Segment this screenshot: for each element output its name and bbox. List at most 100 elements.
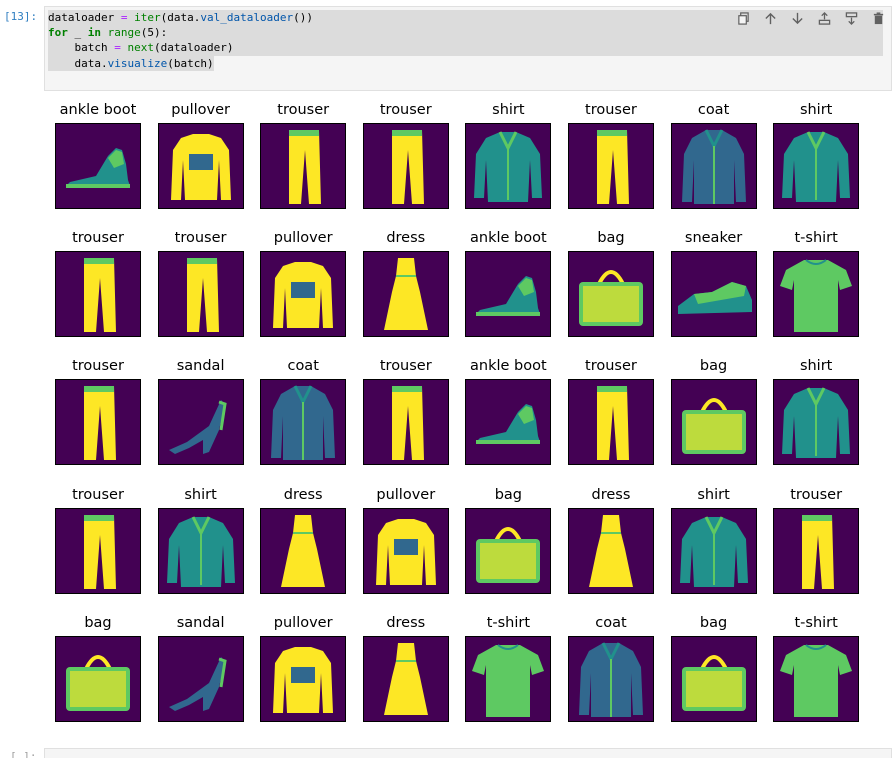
sample-label: trouser (72, 486, 124, 503)
sample-tile: trouser (772, 483, 875, 611)
sample-tile: bag (670, 611, 773, 739)
sample-tile: t-shirt (772, 611, 875, 739)
cell-toolbar (736, 11, 885, 25)
sample-tile: trouser (259, 98, 362, 226)
sample-tile: coat (259, 354, 362, 482)
cell-output: ankle boot pullover trouser trouser shirt tro… (54, 98, 874, 738)
sample-tile: t-shirt (464, 611, 567, 739)
delete-icon[interactable] (871, 11, 885, 25)
sample-tile: pullover (157, 98, 260, 226)
sample-image (670, 251, 757, 338)
sample-label: coat (287, 358, 319, 375)
sample-label: dress (283, 486, 323, 503)
sample-tile: sandal (157, 354, 260, 482)
code-token: batch (48, 41, 115, 55)
sample-label: ankle boot (59, 102, 137, 118)
code-token: (data. (160, 11, 201, 24)
sample-label: dress (591, 486, 631, 503)
sample-tile: shirt (157, 483, 260, 611)
sample-image (157, 635, 244, 722)
sample-image (362, 123, 449, 209)
sample-image (260, 251, 347, 338)
sample-tile: ankle boot (464, 226, 567, 354)
arrow-up-icon[interactable] (763, 11, 777, 25)
sample-label: shirt (697, 486, 730, 503)
sample-image (260, 507, 347, 594)
sample-image (567, 635, 654, 722)
sample-image (773, 507, 860, 594)
sample-label: bag (84, 614, 112, 631)
sample-image (157, 123, 244, 209)
sample-tile: dress (259, 483, 362, 611)
code-token: (dataloader) (153, 41, 234, 55)
sample-image (465, 507, 552, 594)
sample-tile: bag (567, 226, 670, 354)
sample-image (362, 379, 449, 466)
cell-prompt: [13]: (4, 10, 38, 23)
image-grid: ankle boot pullover trouser trouser shirt tro… (54, 98, 874, 739)
code-line-3: batch = next(dataloader) (48, 40, 883, 56)
sample-label: sandal (176, 614, 225, 631)
sample-image (670, 123, 757, 209)
code-token: (5): (140, 26, 168, 40)
sample-label: bag (494, 486, 523, 503)
sample-tile: trouser (54, 354, 157, 482)
sample-image (567, 123, 654, 209)
sample-tile: pullover (259, 611, 362, 739)
sample-tile: shirt (670, 483, 773, 611)
sample-image (773, 251, 860, 338)
next-code-cell[interactable] (44, 748, 892, 758)
insert-below-icon[interactable] (844, 11, 858, 25)
sample-image (567, 251, 654, 338)
sample-label: ankle boot (470, 230, 547, 247)
sample-tile: coat (567, 611, 670, 739)
notebook-page: [13]: dataloader = iter(data.val_dataloa… (0, 0, 896, 758)
sample-label: trouser (72, 358, 124, 375)
sample-tile: trouser (362, 98, 465, 226)
sample-label: pullover (171, 102, 230, 118)
sample-label: pullover (273, 230, 333, 247)
sample-label: dress (386, 614, 426, 631)
sample-tile: sneaker (670, 226, 773, 354)
sample-tile: trouser (157, 226, 260, 354)
sample-image (773, 379, 860, 466)
sample-label: pullover (273, 614, 333, 631)
sample-image (55, 123, 141, 209)
insert-above-icon[interactable] (817, 11, 831, 25)
sample-image (157, 251, 244, 338)
sample-label: sneaker (684, 230, 743, 247)
sample-label: trouser (277, 102, 330, 118)
copy-icon[interactable] (736, 11, 750, 25)
sample-tile: t-shirt (772, 226, 875, 354)
sample-image (157, 507, 244, 594)
code-token: iter (134, 11, 161, 24)
sample-tile: shirt (464, 98, 567, 226)
sample-image (773, 123, 860, 209)
sample-image (55, 251, 141, 338)
sample-label: t-shirt (794, 230, 838, 247)
sample-tile: trouser (567, 98, 670, 226)
sample-tile: dress (362, 226, 465, 354)
sample-label: trouser (790, 486, 843, 503)
code-cell[interactable]: dataloader = iter(data.val_dataloader())… (44, 6, 892, 91)
sample-image (55, 635, 141, 722)
sample-image (362, 507, 449, 594)
sample-image (362, 251, 449, 338)
code-line-2: for _ in range(5): (48, 25, 883, 41)
sample-tile: trouser (54, 226, 157, 354)
sample-image (670, 507, 757, 594)
next-cell-prompt: [ ]: (10, 750, 37, 758)
code-token: for (48, 26, 68, 40)
sample-image (362, 635, 449, 722)
sample-label: trouser (72, 230, 124, 247)
sample-tile: ankle boot (54, 98, 157, 226)
sample-label: shirt (492, 102, 525, 118)
sample-image (260, 635, 347, 722)
sample-tile: ankle boot (464, 354, 567, 482)
sample-label: sandal (176, 358, 225, 375)
sample-image (465, 123, 552, 209)
arrow-down-icon[interactable] (790, 11, 804, 25)
sample-label: ankle boot (470, 358, 547, 375)
sample-image (55, 379, 141, 466)
